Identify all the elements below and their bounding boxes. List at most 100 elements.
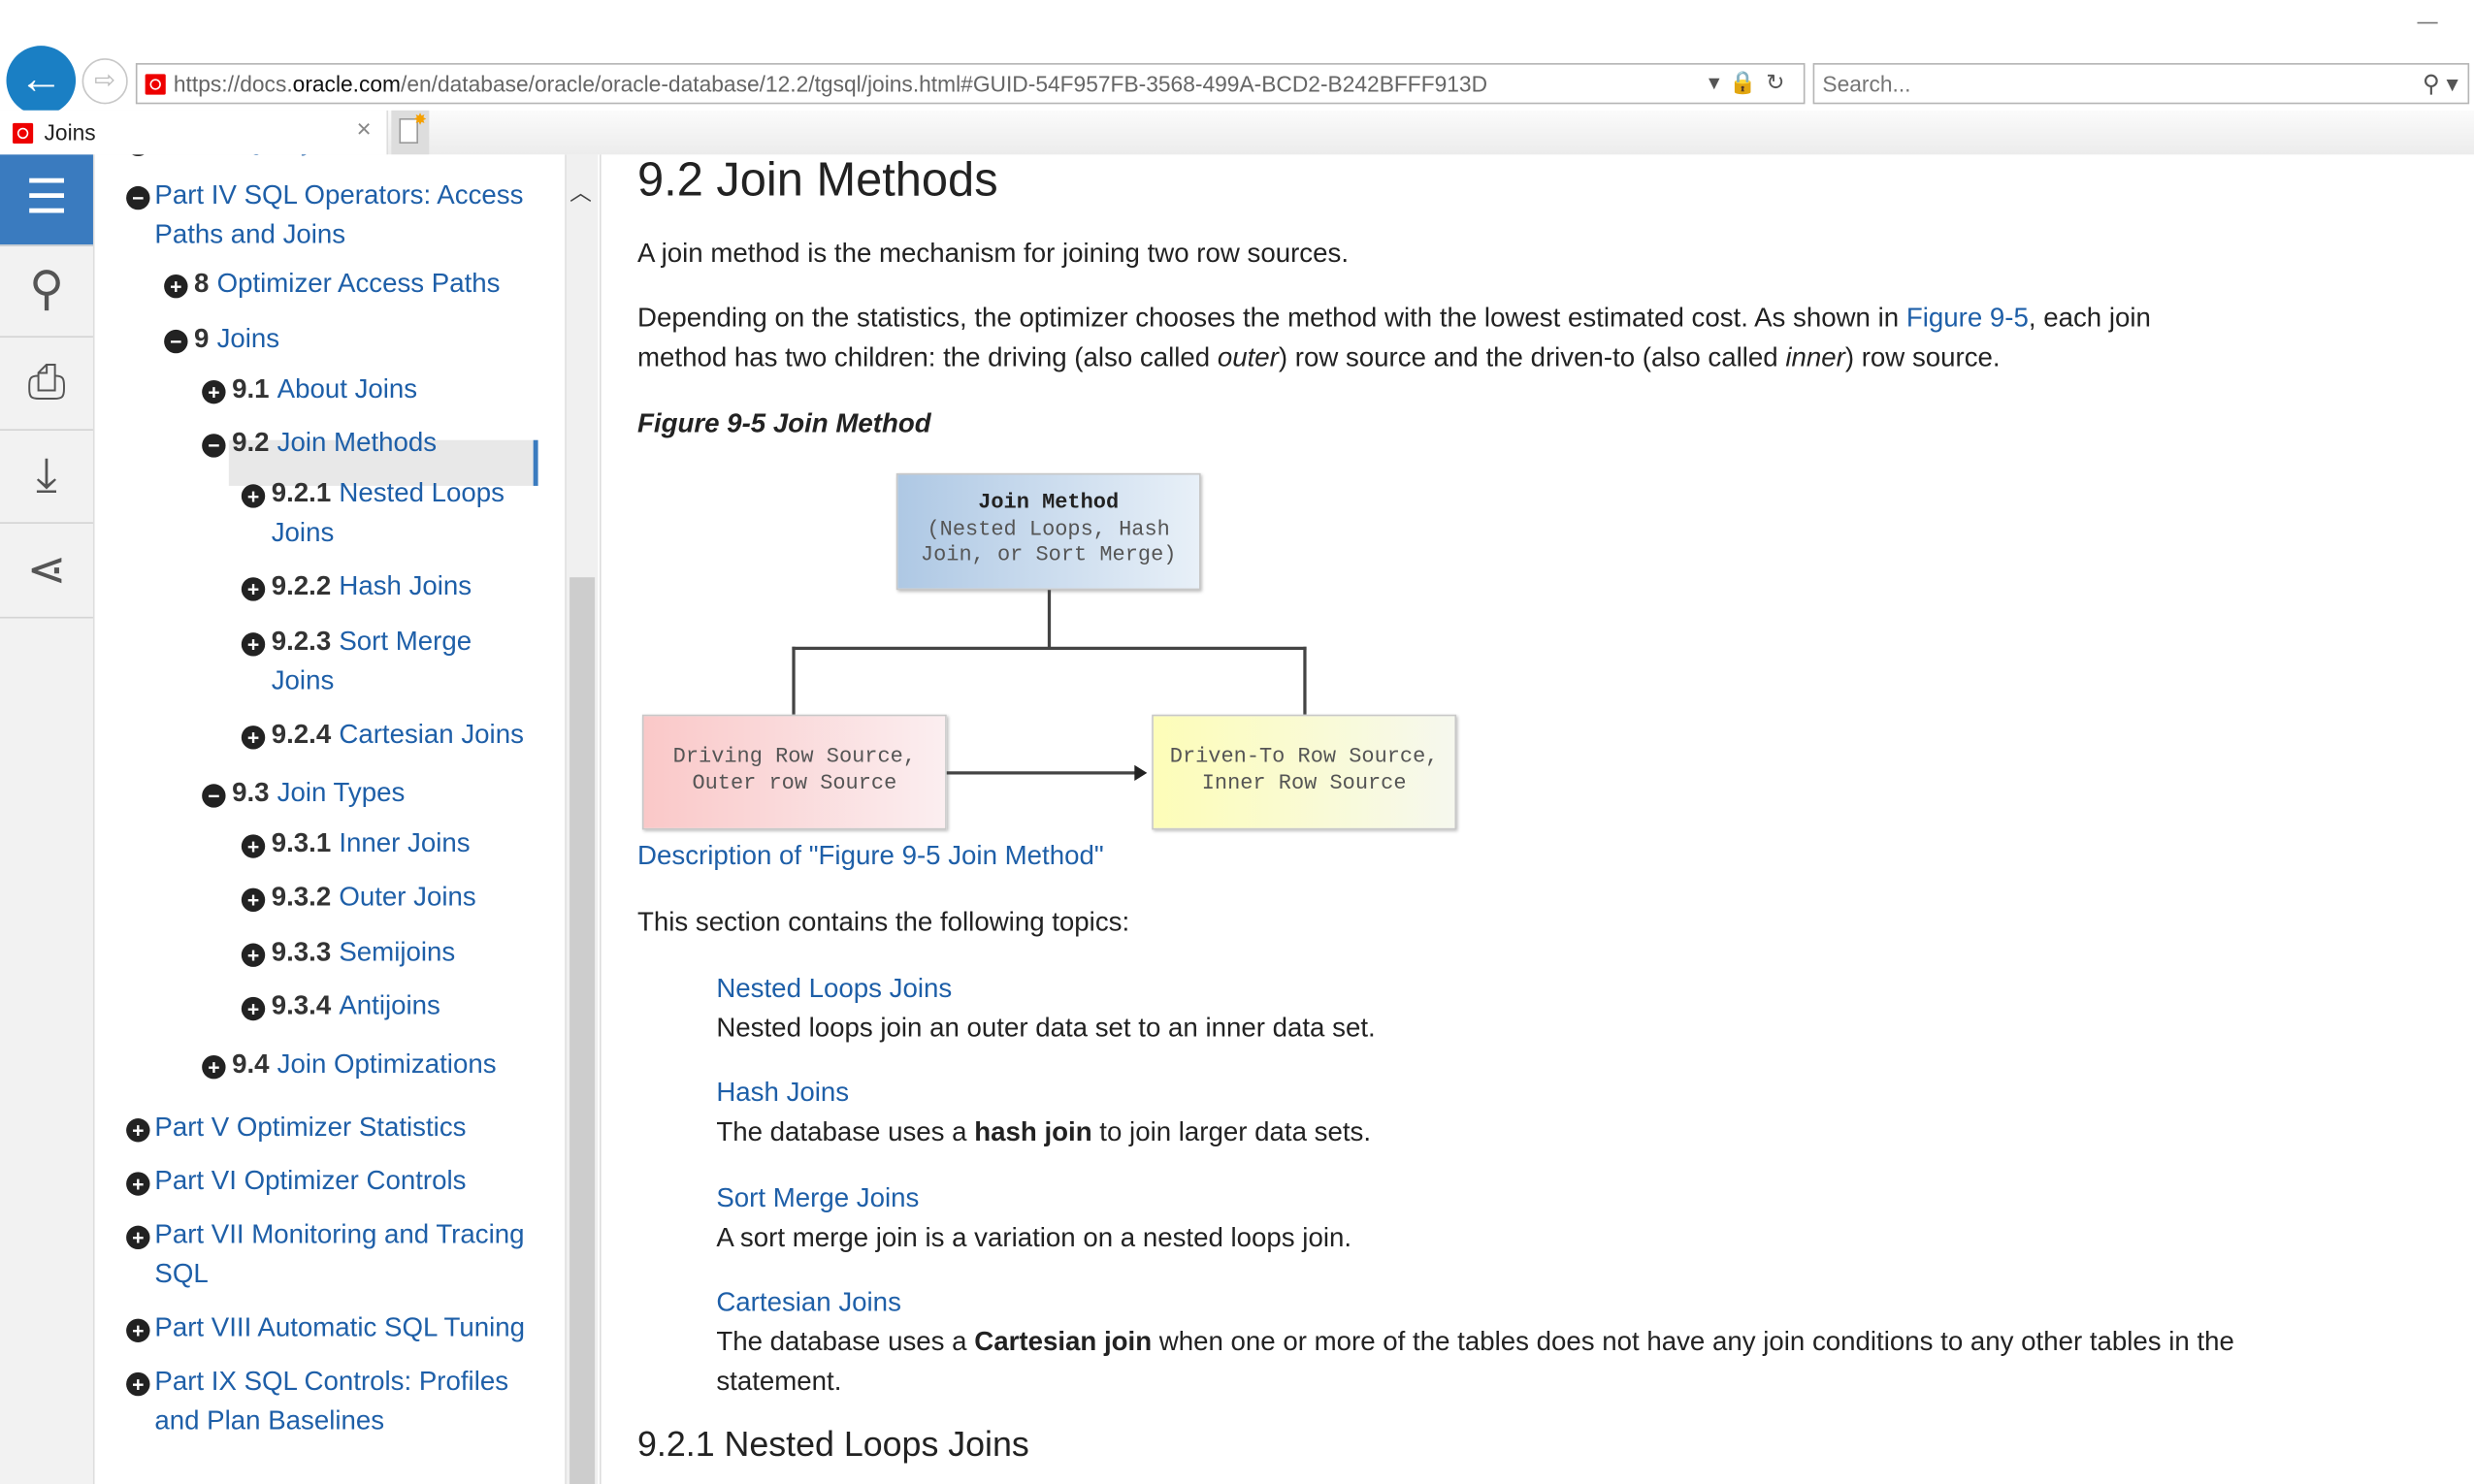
box-title: Join Method (978, 492, 1120, 517)
toc-item-label[interactable]: Part VIII Automatic SQL Tuning (154, 1312, 525, 1342)
search-input[interactable] (1822, 71, 2391, 97)
expand-icon[interactable]: + (202, 379, 226, 404)
text: ) row source. (1844, 341, 2001, 372)
scrollbar-thumb[interactable] (570, 577, 596, 1484)
toc-item-text[interactable]: 9 Joins (194, 320, 537, 359)
toc-item-text[interactable]: Part IV SQL Operators: Access Paths and … (154, 177, 537, 254)
close-tab-icon[interactable]: × (357, 116, 372, 145)
minimize-button[interactable] (2417, 21, 2438, 24)
collapse-icon[interactable]: − (164, 329, 188, 354)
toc-item-label[interactable]: Part VII Monitoring and Tracing SQL (154, 1219, 524, 1288)
expand-icon[interactable]: + (241, 834, 266, 858)
toc-item-number: 9.2.3 (271, 626, 332, 657)
toc-item-text[interactable]: 9.2.2 Hash Joins (272, 567, 537, 606)
figure-link[interactable]: Figure 9-5 (1906, 303, 2029, 333)
expand-icon[interactable]: + (241, 726, 266, 750)
expand-icon[interactable]: + (241, 484, 266, 508)
toc-item-text[interactable]: 9.1 About Joins (232, 371, 537, 409)
expand-icon[interactable]: + (164, 274, 188, 299)
collapse-icon[interactable]: − (126, 185, 150, 210)
figure-description-link[interactable]: Description of "Figure 9-5 Join Method" (637, 836, 1104, 876)
dropdown-icon[interactable]: ▾ (1709, 70, 1729, 95)
toc-item-text[interactable]: 9.3.4 Antijoins (272, 987, 537, 1026)
new-tab-button[interactable]: ✸ (391, 110, 430, 155)
expand-icon[interactable]: + (126, 1318, 150, 1342)
topic-link[interactable]: Hash Joins (716, 1073, 849, 1113)
toc-item-text[interactable]: Part VIII Automatic SQL Tuning (154, 1309, 537, 1348)
expand-icon[interactable]: + (126, 1225, 150, 1250)
collapse-icon[interactable]: − (202, 434, 226, 458)
expand-icon[interactable]: + (241, 577, 266, 601)
toc-item-number: 9.2.4 (271, 719, 332, 750)
expand-icon[interactable]: + (126, 1371, 150, 1397)
toc-item-label[interactable]: Part V Optimizer Statistics (154, 1113, 466, 1143)
expand-icon[interactable]: + (126, 1118, 150, 1143)
toc-item-label[interactable]: Semijoins (339, 937, 455, 967)
toc-item-text[interactable]: 9.3 Join Types (232, 775, 537, 814)
toc-item-text[interactable]: 8 Optimizer Access Paths (194, 265, 537, 304)
expand-icon[interactable]: + (241, 887, 266, 913)
browser-window: ← ⇨ https://docs.oracle.com/en/database/… (0, 0, 2474, 1484)
expand-icon[interactable]: + (202, 1054, 226, 1080)
toc-item-text[interactable]: 9.2.1 Nested Loops Joins (272, 475, 537, 553)
arrow-line (946, 771, 1136, 775)
expand-icon[interactable]: + (241, 996, 266, 1021)
topic-link[interactable]: Nested Loops Joins (716, 969, 952, 1009)
toc-item-label[interactable]: Part VI Optimizer Controls (154, 1166, 466, 1196)
search-box[interactable]: ⚲ ▾ (1812, 63, 2470, 105)
toc-item-text[interactable]: Part VI Optimizer Controls (154, 1163, 537, 1202)
toc-item-label[interactable]: Antijoins (339, 990, 440, 1020)
topic-link[interactable]: Cartesian Joins (716, 1282, 901, 1322)
lock-icon[interactable]: 🔒 (1729, 70, 1766, 95)
toc-item-text[interactable]: Part V Optimizer Statistics (154, 1109, 537, 1147)
share-icon[interactable]: ⋖ (0, 527, 93, 619)
toc-item-text[interactable]: 9.3.2 Outer Joins (272, 879, 537, 918)
forward-button[interactable]: ⇨ (81, 58, 128, 105)
toc-item-label[interactable]: Part IV SQL Operators: Access Paths and … (154, 179, 523, 248)
paragraph-line: method has two children: the driving (al… (637, 338, 2001, 377)
toc-item-label[interactable]: Optimizer Access Paths (217, 268, 501, 298)
toc-item-label[interactable]: Outer Joins (339, 882, 475, 912)
toc-item-label[interactable]: Part IX SQL Controls: Profiles and Plan … (154, 1366, 508, 1435)
toc-item-text[interactable]: Part VII Monitoring and Tracing SQL (154, 1216, 537, 1294)
contents-icon[interactable]: ☰ (0, 154, 93, 246)
refresh-icon[interactable]: ↻ (1766, 70, 1794, 95)
toc-item-label[interactable]: Inner Joins (339, 828, 470, 858)
toc-item-text[interactable]: 9.2.3 Sort Merge Joins (272, 623, 537, 700)
toc-item-text[interactable]: 9.2 Join Methods (232, 424, 537, 463)
topic-link[interactable]: Sort Merge Joins (716, 1178, 919, 1218)
print-icon[interactable]: ⎙ (0, 339, 93, 431)
intro-paragraph: A join method is the mechanism for joini… (637, 238, 1350, 269)
toc-item-text[interactable]: Part IX SQL Controls: Profiles and Plan … (154, 1363, 537, 1440)
toc-item-text[interactable]: 9.3.1 Inner Joins (272, 825, 537, 864)
toc-item-number: 9.3.4 (271, 990, 332, 1021)
download-icon[interactable]: ⤓ (0, 433, 93, 524)
toc-item-label[interactable]: Join Methods (277, 428, 437, 458)
toc-item-label[interactable]: Join Types (277, 778, 406, 808)
url-text[interactable]: https://docs.oracle.com/en/database/orac… (174, 71, 1487, 96)
scroll-up-icon[interactable]: ︿ (570, 177, 592, 209)
toc-item-label[interactable]: About Joins (277, 373, 417, 403)
expand-icon[interactable]: + (241, 632, 266, 657)
collapse-icon[interactable]: − (202, 784, 226, 808)
toc-item-text[interactable]: 9.2.4 Cartesian Joins (272, 716, 537, 755)
expand-icon[interactable]: + (126, 154, 150, 157)
expand-icon[interactable]: + (126, 1172, 150, 1196)
toc-item-text[interactable]: Part III Query Execution Plans (154, 154, 537, 161)
search-icon[interactable]: ⚲ ▾ (2423, 70, 2458, 98)
search-icon[interactable]: ⚲ (0, 246, 93, 339)
tab-joins[interactable]: Joins × (0, 110, 389, 155)
toc-item-label[interactable]: Part III Query Execution Plans (154, 154, 513, 156)
toc-item-label[interactable]: Join Optimizations (277, 1048, 497, 1079)
toc-item-text[interactable]: 9.4 Join Optimizations (232, 1046, 537, 1084)
address-bar[interactable]: https://docs.oracle.com/en/database/orac… (135, 63, 1806, 105)
toc-item-text[interactable]: 9.3.3 Semijoins (272, 934, 537, 973)
toc-item-label[interactable]: Hash Joins (339, 571, 472, 601)
toc-item-label[interactable]: Joins (217, 323, 280, 353)
back-button[interactable]: ← (6, 46, 77, 115)
expand-icon[interactable]: + (241, 943, 266, 967)
toc-scrollbar[interactable]: ︿ (565, 154, 599, 1484)
oracle-favicon-icon (145, 74, 166, 95)
toc-item-label[interactable]: Cartesian Joins (339, 720, 524, 750)
table-of-contents: +Part III Query Execution Plans−Part IV … (94, 154, 566, 1484)
